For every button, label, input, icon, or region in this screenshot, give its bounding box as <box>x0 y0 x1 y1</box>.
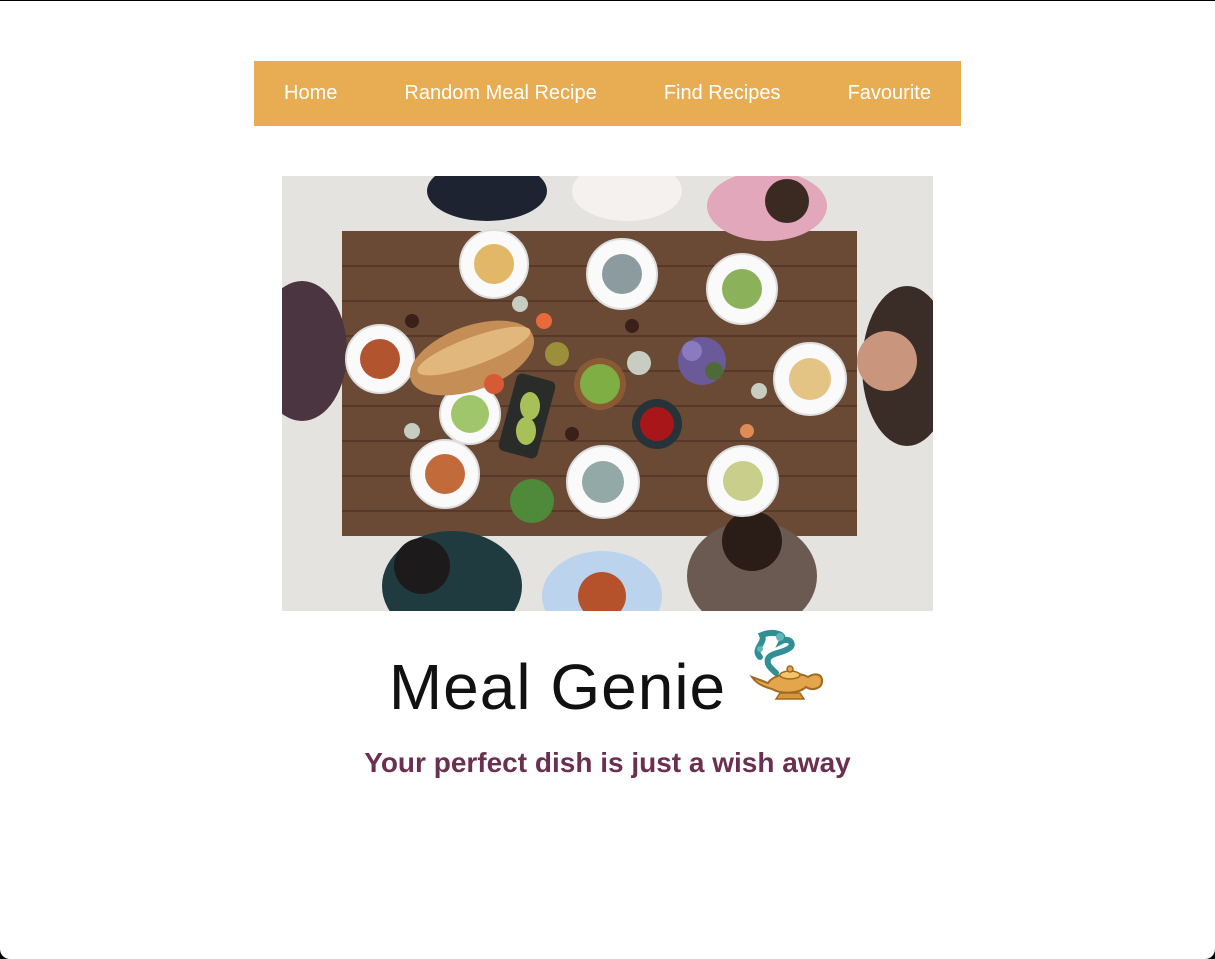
page: Home Random Meal Recipe Find Recipes Fav… <box>0 1 1215 959</box>
dinner-table-photo <box>282 176 933 611</box>
nav-random-meal-link[interactable]: Random Meal Recipe <box>404 82 596 105</box>
hero-image <box>282 176 933 611</box>
nav-home-link[interactable]: Home <box>284 82 337 105</box>
tagline: Your perfect dish is just a wish away <box>364 747 851 778</box>
main-nav: Home Random Meal Recipe Find Recipes Fav… <box>254 61 961 126</box>
nav-find-recipes-link[interactable]: Find Recipes <box>664 82 781 105</box>
page-title: Meal Genie <box>388 651 727 723</box>
nav-favourite-link[interactable]: Favourite <box>848 82 931 105</box>
genie-lamp-icon <box>746 627 826 707</box>
title-row: Meal Genie <box>0 629 1215 729</box>
